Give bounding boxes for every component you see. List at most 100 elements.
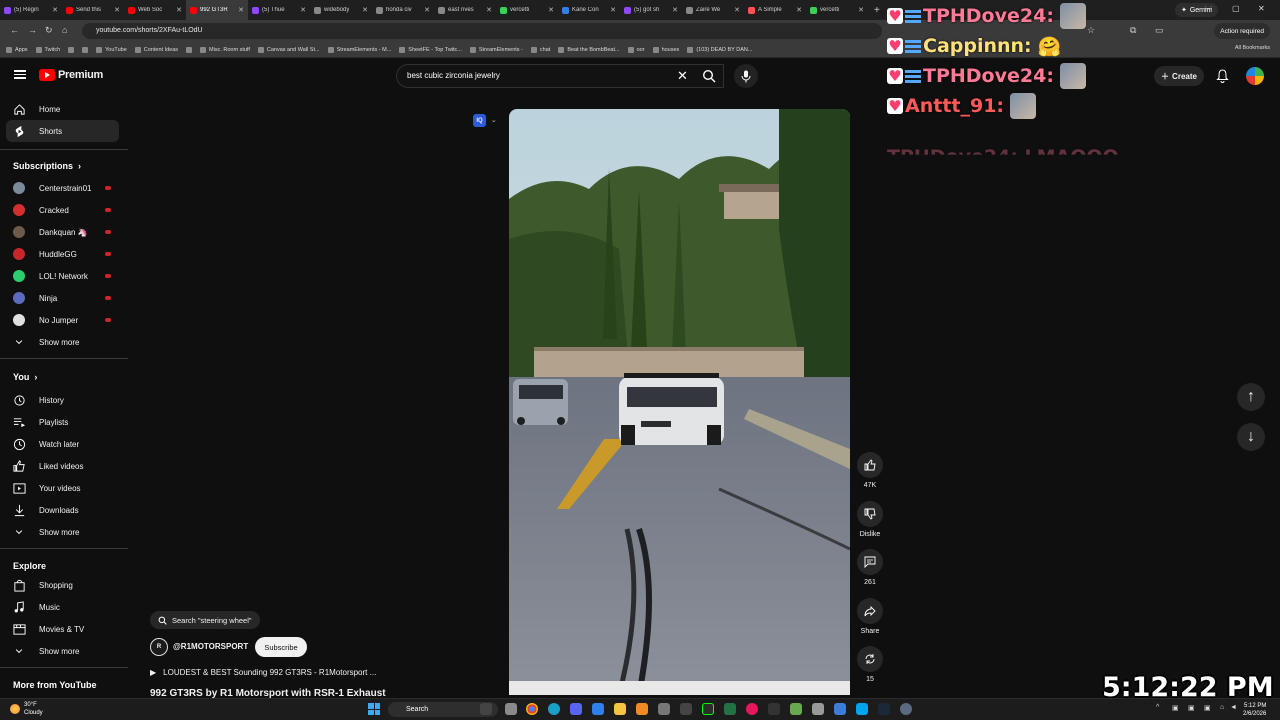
sidebar-subscription[interactable]: HuddleGG	[6, 243, 119, 265]
bookmark-item[interactable]: houses	[652, 46, 679, 53]
browser-tab[interactable]: A Simple ✕	[744, 0, 806, 20]
close-tab-icon[interactable]: ✕	[548, 6, 554, 14]
app-icon[interactable]	[592, 703, 604, 715]
bookmark-item[interactable]: YouTube	[96, 46, 127, 53]
home-icon[interactable]: ⌂	[62, 25, 67, 35]
bookmark-star-icon[interactable]: ☆	[1087, 25, 1095, 36]
address-bar[interactable]: youtube.com/shorts/2XFAu-tLOdU	[82, 23, 882, 39]
chrome-icon[interactable]	[526, 703, 538, 715]
menu-icon[interactable]	[14, 68, 26, 82]
browser-tab[interactable]: Send this ✕	[62, 0, 124, 20]
close-tab-icon[interactable]: ✕	[238, 6, 244, 14]
channel-avatar[interactable]: R	[150, 638, 168, 656]
sidebar-item-history[interactable]: History	[6, 389, 119, 411]
bookmark-item[interactable]: (103) DEAD BY DAN...	[687, 46, 752, 53]
close-tab-icon[interactable]: ✕	[672, 6, 678, 14]
action-required-button[interactable]: Action required	[1214, 23, 1270, 39]
app-icon[interactable]	[746, 703, 758, 715]
sidebar-item-shopping[interactable]: Shopping	[6, 574, 119, 596]
maximize-icon[interactable]: ▢	[1232, 4, 1240, 13]
comments-button[interactable]: 261	[857, 549, 883, 586]
sidebar-item-shorts[interactable]: Shorts	[6, 120, 119, 142]
sidebar-subscription[interactable]: Centerstrain01	[6, 177, 119, 199]
app-icon[interactable]	[790, 703, 802, 715]
bookmark-item[interactable]: Content Ideas	[134, 46, 178, 53]
network-icon[interactable]: ⌂	[1220, 704, 1224, 711]
task-view-icon[interactable]	[480, 703, 492, 715]
terminal-icon[interactable]	[702, 703, 714, 715]
bookmark-item[interactable]	[68, 46, 75, 53]
tray-app-icon[interactable]: ▣	[1204, 704, 1211, 712]
app-icon[interactable]	[680, 703, 692, 715]
app-icon[interactable]	[834, 703, 846, 715]
close-tab-icon[interactable]: ✕	[114, 6, 120, 14]
notifications-bell-icon[interactable]	[1216, 69, 1229, 83]
share-button[interactable]: Share	[857, 598, 883, 635]
back-icon[interactable]: ←	[10, 25, 19, 35]
reload-icon[interactable]: ↻	[45, 25, 53, 36]
close-tab-icon[interactable]: ✕	[424, 6, 430, 14]
settings-gear-icon[interactable]	[900, 703, 912, 715]
previous-short-button[interactable]: ↑	[1237, 383, 1265, 411]
sidebar-item-playlists[interactable]: Playlists	[6, 411, 119, 433]
sidebar-subscription[interactable]: Dankquan 🦄	[6, 221, 119, 243]
system-clock[interactable]: 5:12 PM 2/6/2026	[1243, 702, 1266, 718]
like-button[interactable]: 47K	[857, 452, 883, 489]
chevron-up-icon[interactable]: ^	[1156, 704, 1159, 711]
close-tab-icon[interactable]: ✕	[734, 6, 740, 14]
browser-tab[interactable]: vercetti ✕	[496, 0, 558, 20]
close-tab-icon[interactable]: ✕	[176, 6, 182, 14]
app-icon[interactable]	[812, 703, 824, 715]
subscribe-button[interactable]: Subscribe	[255, 637, 307, 657]
sidebar-item-movies-tv[interactable]: Movies & TV	[6, 618, 119, 640]
tray-app-icon[interactable]: ▣	[1172, 704, 1179, 712]
bookmark-item[interactable]: StreamElements -	[469, 46, 523, 53]
bookmark-item[interactable]: StreamElements - M...	[327, 46, 391, 53]
youtube-logo[interactable]: Premium	[39, 69, 103, 81]
close-window-icon[interactable]: ✕	[1258, 4, 1265, 13]
start-button[interactable]	[368, 703, 380, 715]
new-tab-icon[interactable]: +	[874, 5, 880, 16]
bookmark-item[interactable]	[186, 46, 193, 53]
close-tab-icon[interactable]: ✕	[300, 6, 306, 14]
browser-tab[interactable]: vercetti ✕	[806, 0, 868, 20]
dislike-button[interactable]: Dislike	[857, 501, 883, 538]
close-tab-icon[interactable]: ✕	[796, 6, 802, 14]
browser-tab[interactable]: (5) Thue ✕	[248, 0, 310, 20]
file-explorer-icon[interactable]	[614, 703, 626, 715]
browser-tab[interactable]: widebody ✕	[310, 0, 372, 20]
search-input[interactable]: best cubic zirconia jewelry	[396, 64, 724, 88]
bookmark-item[interactable]	[82, 46, 89, 53]
browser-tab[interactable]: Web Soc ✕	[124, 0, 186, 20]
tray-app-icon[interactable]: ▣	[1188, 704, 1195, 712]
create-button[interactable]: ＋ Create	[1154, 66, 1204, 86]
sidebar-item-home[interactable]: Home	[6, 98, 119, 120]
search-suggestion-chip[interactable]: Search "steering wheel"	[150, 611, 260, 629]
weather-widget[interactable]: 30°F Cloudy	[10, 701, 43, 717]
sidebar-item-downloads[interactable]: Downloads	[6, 499, 119, 521]
quality-badge[interactable]: IQ	[473, 114, 486, 127]
bookmark-item[interactable]: chat	[530, 46, 550, 53]
sidebar-item-your-videos[interactable]: Your videos	[6, 477, 119, 499]
sidebar-subscription[interactable]: Ninja	[6, 287, 119, 309]
remix-button[interactable]: 15	[857, 646, 883, 683]
chevron-down-icon[interactable]: ⌄	[491, 116, 497, 124]
app-icon[interactable]	[768, 703, 780, 715]
subscriptions-heading[interactable]: Subscriptions ›	[13, 161, 81, 171]
app-icon[interactable]	[856, 703, 868, 715]
close-tab-icon[interactable]: ✕	[52, 6, 58, 14]
sidebar-item-liked-videos[interactable]: Liked videos	[6, 455, 119, 477]
steam-icon[interactable]	[878, 703, 890, 715]
bookmark-item[interactable]: Apps	[6, 46, 28, 53]
bookmark-item[interactable]: Misc. Room stuff	[200, 46, 250, 53]
discord-icon[interactable]	[570, 703, 582, 715]
side-panel-icon[interactable]: ▭	[1155, 25, 1164, 36]
edge-icon[interactable]	[548, 703, 560, 715]
show-more-button[interactable]: Show more	[6, 331, 119, 353]
forward-icon[interactable]: →	[28, 25, 37, 35]
search-button[interactable]	[694, 64, 724, 88]
bookmark-item[interactable]: Beat the BombBeat...	[558, 46, 620, 53]
channel-name[interactable]: @R1MOTORSPORT	[173, 642, 248, 651]
bookmark-item[interactable]: SheetFE - Top Twitc...	[399, 46, 462, 53]
extensions-icon[interactable]: ⧉	[1130, 25, 1136, 36]
